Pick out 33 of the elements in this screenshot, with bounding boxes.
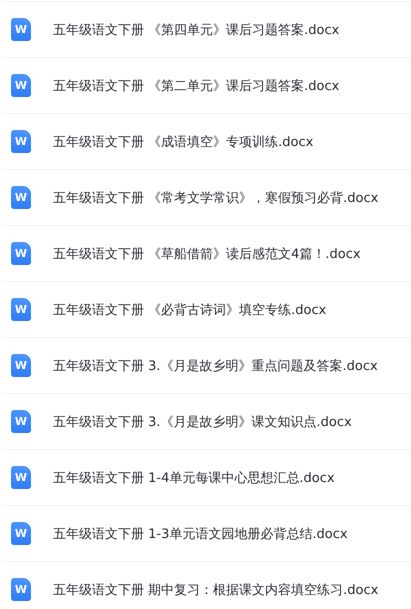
file-row[interactable]: W 五年级语文下册 《第二单元》课后习题答案.docx bbox=[3, 57, 411, 113]
word-document-icon: W bbox=[11, 130, 31, 153]
file-name: 五年级语文下册 《第二单元》课后习题答案.docx bbox=[53, 78, 340, 94]
file-name: 五年级语文下册 《必背古诗词》填空专练.docx bbox=[53, 302, 326, 318]
file-row[interactable]: W 五年级语文下册 《草船借箭》读后感范文4篇！.docx bbox=[3, 225, 411, 281]
file-name: 五年级语文下册 1-3单元语文园地册必背总结.docx bbox=[53, 526, 348, 542]
word-document-icon: W bbox=[11, 578, 31, 601]
file-name: 五年级语文下册 3.《月是故乡明》重点问题及答案.docx bbox=[53, 358, 378, 374]
file-row[interactable]: W 五年级语文下册 3.《月是故乡明》重点问题及答案.docx bbox=[3, 337, 411, 393]
file-name: 五年级语文下册 《成语填空》专项训练.docx bbox=[53, 134, 314, 150]
word-document-icon: W bbox=[11, 186, 31, 209]
file-row[interactable]: W 五年级语文下册 3.《月是故乡明》课文知识点.docx bbox=[3, 393, 411, 449]
file-name: 五年级语文下册 《常考文学常识》，寒假预习必背.docx bbox=[53, 190, 378, 206]
file-name: 五年级语文下册 1-4单元每课中心思想汇总.docx bbox=[53, 470, 335, 486]
file-row[interactable]: W 五年级语文下册 《第四单元》课后习题答案.docx bbox=[3, 1, 411, 57]
word-document-icon: W bbox=[11, 298, 31, 321]
word-document-icon: W bbox=[11, 410, 31, 433]
word-document-icon: W bbox=[11, 354, 31, 377]
file-row[interactable]: W 五年级语文下册 《成语填空》专项训练.docx bbox=[3, 113, 411, 169]
file-name: 五年级语文下册 3.《月是故乡明》课文知识点.docx bbox=[53, 414, 352, 430]
file-row[interactable]: W 五年级语文下册 《常考文学常识》，寒假预习必背.docx bbox=[3, 169, 411, 225]
word-document-icon: W bbox=[11, 466, 31, 489]
word-document-icon: W bbox=[11, 522, 31, 545]
word-document-icon: W bbox=[11, 242, 31, 265]
word-document-icon: W bbox=[11, 74, 31, 97]
file-name: 五年级语文下册 《第四单元》课后习题答案.docx bbox=[53, 22, 340, 38]
file-row[interactable]: W 五年级语文下册 期中复习：根据课文内容填空练习.docx bbox=[3, 561, 411, 609]
file-row[interactable]: W 五年级语文下册 1-4单元每课中心思想汇总.docx bbox=[3, 449, 411, 505]
file-row[interactable]: W 五年级语文下册 《必背古诗词》填空专练.docx bbox=[3, 281, 411, 337]
word-document-icon: W bbox=[11, 18, 31, 41]
file-row[interactable]: W 五年级语文下册 1-3单元语文园地册必背总结.docx bbox=[3, 505, 411, 561]
file-name: 五年级语文下册 期中复习：根据课文内容填空练习.docx bbox=[53, 582, 378, 598]
file-name: 五年级语文下册 《草船借箭》读后感范文4篇！.docx bbox=[53, 246, 361, 262]
